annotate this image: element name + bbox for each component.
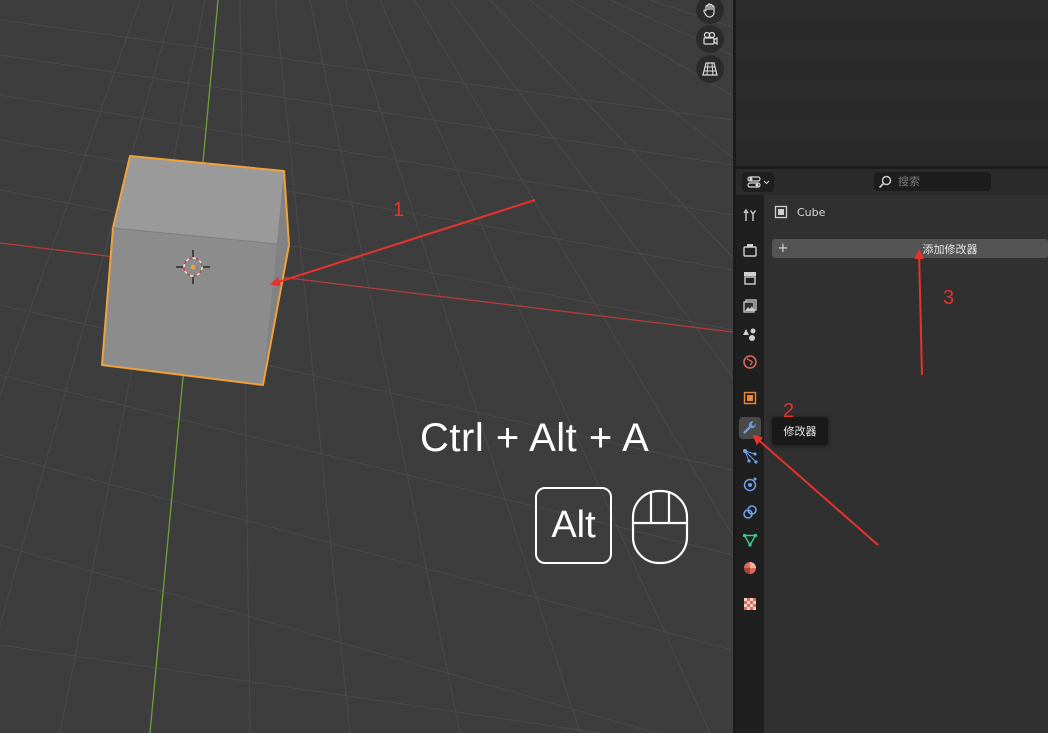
search-input[interactable] <box>898 175 988 188</box>
cube-object[interactable] <box>101 155 290 386</box>
tab-world[interactable] <box>739 351 761 373</box>
origin-dot-icon <box>190 264 196 270</box>
tab-view-layer[interactable] <box>739 295 761 317</box>
object-icon <box>743 391 757 405</box>
modifier-tooltip: 修改器 <box>772 417 828 445</box>
tab-material[interactable] <box>739 557 761 579</box>
tab-texture[interactable] <box>739 593 761 615</box>
tab-particles[interactable] <box>739 445 761 467</box>
texture-icon <box>744 598 756 610</box>
world-icon <box>743 355 757 369</box>
data-icon <box>742 533 758 547</box>
tab-render[interactable] <box>739 239 761 261</box>
physics-icon <box>743 477 757 492</box>
tab-tool[interactable] <box>739 204 761 226</box>
alt-key-icon: Alt <box>535 487 612 564</box>
camera-view-icon[interactable] <box>696 25 724 53</box>
3d-viewport[interactable]: Ctrl + Alt + A Alt <box>0 0 733 733</box>
material-icon <box>744 562 756 574</box>
tool-icon <box>743 208 757 221</box>
object-name: Cube <box>797 205 826 219</box>
view-layer-icon <box>743 299 757 313</box>
tab-data[interactable] <box>739 529 761 551</box>
tab-scene[interactable] <box>739 323 761 345</box>
add-modifier-label: 添加修改器 <box>922 242 978 256</box>
chevron-down-icon <box>763 180 769 184</box>
editor-type-button[interactable] <box>742 172 774 192</box>
tab-modifiers[interactable] <box>739 417 761 439</box>
modifier-panel: Cube + 添加修改器 <box>764 195 1048 733</box>
tab-physics[interactable] <box>739 473 761 495</box>
properties-tabs <box>736 195 764 733</box>
add-modifier-button[interactable]: + 添加修改器 <box>772 239 1048 258</box>
constraints-icon <box>743 505 757 519</box>
annotation-step-2: 2 <box>783 400 795 422</box>
scene-icon <box>743 328 756 341</box>
output-icon <box>744 272 756 285</box>
perspective-grid-icon[interactable] <box>696 55 724 83</box>
particles-icon <box>743 449 758 464</box>
render-icon <box>743 244 757 257</box>
tab-object[interactable] <box>739 387 761 409</box>
outliner-area[interactable] <box>736 0 1048 166</box>
shortcut-text: Ctrl + Alt + A <box>420 416 650 460</box>
mouse-icon <box>631 489 689 565</box>
object-icon <box>774 205 788 219</box>
properties-search[interactable] <box>874 172 991 191</box>
object-name-row: Cube <box>774 205 825 219</box>
properties-editor: Cube + 添加修改器 <box>736 169 1048 733</box>
tab-output[interactable] <box>739 267 761 289</box>
properties-header <box>736 169 1048 195</box>
search-icon <box>878 175 892 188</box>
annotation-step-3: 3 <box>943 287 955 309</box>
tab-constraints[interactable] <box>739 501 761 523</box>
modifier-wrench-icon <box>743 421 756 434</box>
properties-editor-icon <box>746 176 761 188</box>
annotation-step-1: 1 <box>393 199 405 221</box>
viewport-grid <box>0 0 733 733</box>
